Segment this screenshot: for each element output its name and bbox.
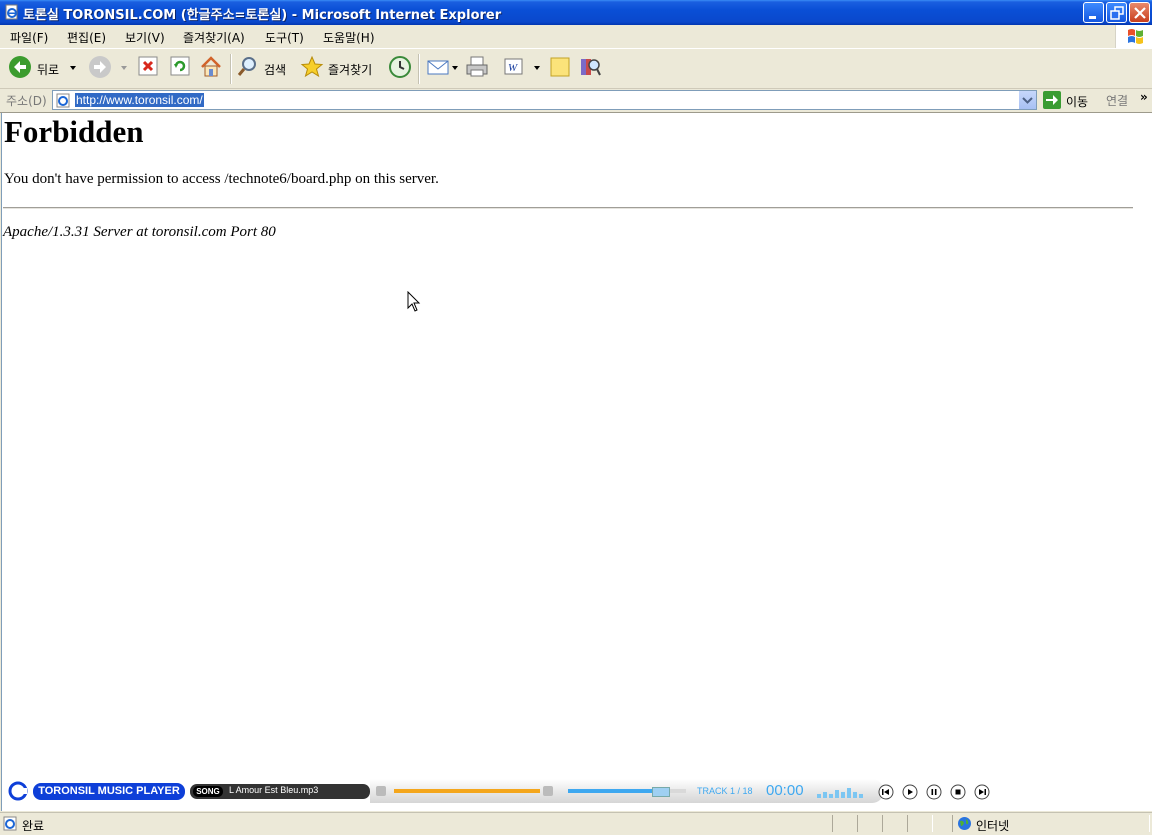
seek-forward-button[interactable] [543,786,553,796]
menu-edit[interactable]: 편집(E) [67,29,106,46]
favorites-star-icon [300,55,324,78]
status-pane [907,815,933,832]
song-tag: SONG [193,786,223,797]
divider [3,207,1133,209]
discuss-note-icon[interactable] [548,55,572,79]
next-track-icon[interactable] [974,784,990,800]
ie-page-icon [5,4,18,20]
forward-dropdown-icon[interactable] [121,66,127,70]
progress-bar[interactable] [394,789,540,793]
address-label: 주소(D) [6,94,47,108]
error-message: You don't have permission to access /tec… [4,171,439,187]
back-label: 뒤로 [37,63,60,77]
song-display: SONG L Amour Est Bleu.mp3 [190,784,370,799]
seek-back-button[interactable] [376,786,386,796]
close-button[interactable] [1129,2,1150,23]
links-label[interactable]: 연결 [1106,92,1128,109]
svg-text:W: W [508,62,518,74]
back-dropdown-icon[interactable] [70,66,76,70]
restore-button[interactable] [1106,2,1127,23]
status-text: 완료 [22,819,45,833]
page-icon [56,93,70,108]
play-time: 00:00 [766,782,804,799]
player-logo-icon [8,781,28,801]
title-bar[interactable]: 토론실 TORONSIL.COM (한글주소=토론실) - Microsoft … [0,0,1152,25]
page-content: Forbidden You don't have permission to a… [1,113,1152,811]
history-icon[interactable] [388,55,412,79]
windows-flag-icon [1128,29,1143,44]
favorites-label: 즐겨찾기 [328,63,373,77]
status-pane [832,815,858,832]
menu-view[interactable]: 보기(V) [125,29,165,46]
address-dropdown-button[interactable] [1018,91,1036,109]
go-arrow-icon[interactable] [1043,91,1061,109]
volume-knob[interactable] [652,787,671,797]
print-icon[interactable] [465,55,489,79]
address-bar: 주소(D) http://www.toronsil.com/ 이동 연결 » [0,89,1152,113]
server-signature: Apache/1.3.31 Server at toronsil.com Por… [3,224,276,240]
toolbar: 뒤로 검색 즐겨찾기 W [0,49,1152,89]
research-icon[interactable] [578,55,602,79]
mail-dropdown-icon[interactable] [452,66,458,70]
forward-arrow-icon [89,56,111,78]
menu-file[interactable]: 파일(F) [10,29,48,46]
menu-bar: 파일(F) 편집(E) 보기(V) 즐겨찾기(A) 도구(T) 도움말(H) [0,25,1152,49]
status-pane [857,815,883,832]
toolbar-separator [230,54,232,84]
search-label: 검색 [264,63,287,77]
minimize-button[interactable] [1083,2,1104,23]
address-url-text[interactable]: http://www.toronsil.com/ [75,93,204,107]
links-chevron-icon[interactable]: » [1140,90,1148,104]
equalizer-icon [817,788,863,798]
toolbar-separator [418,54,420,84]
home-icon[interactable] [199,55,223,79]
windows-logo [1115,25,1152,48]
address-input[interactable]: http://www.toronsil.com/ [52,90,1037,110]
menu-help[interactable]: 도움말(H) [323,29,375,46]
chevron-down-icon [1022,97,1033,104]
stop-playback-icon[interactable] [950,784,966,800]
go-button[interactable]: 이동 [1066,93,1088,110]
pause-icon[interactable] [926,784,942,800]
edit-dropdown-icon[interactable] [534,66,540,70]
stop-icon[interactable] [137,55,159,77]
close-icon [1134,7,1146,19]
volume-slider[interactable] [568,787,686,797]
internet-zone-globe-icon [958,817,971,830]
restore-icon [1110,6,1124,20]
play-icon[interactable] [902,784,918,800]
menu-favorites[interactable]: 즐겨찾기(A) [183,29,245,46]
mouse-cursor-icon [407,291,421,312]
track-counter: TRACK 1 / 18 [697,786,753,796]
refresh-icon[interactable] [169,55,191,77]
back-arrow-icon [9,56,31,78]
mail-icon [427,60,449,75]
menu-tools[interactable]: 도구(T) [265,29,304,46]
player-title: TORONSIL MUSIC PLAYER [33,783,185,800]
progress-fill [394,789,540,793]
status-bar: 완료 인터넷 [0,812,1152,835]
word-edit-icon: W [504,58,523,75]
status-pane [882,815,908,832]
minimize-icon [1089,16,1096,19]
window-title: 토론실 TORONSIL.COM (한글주소=토론실) - Microsoft … [23,8,502,23]
music-player: TORONSIL MUSIC PLAYER SONG L Amour Est B… [2,779,1152,811]
zone-label: 인터넷 [976,819,1010,833]
search-icon [237,57,256,76]
page-done-icon [3,816,17,831]
previous-track-icon[interactable] [878,784,894,800]
song-name: L Amour Est Bleu.mp3 [229,785,319,795]
page-heading: Forbidden [4,114,144,149]
